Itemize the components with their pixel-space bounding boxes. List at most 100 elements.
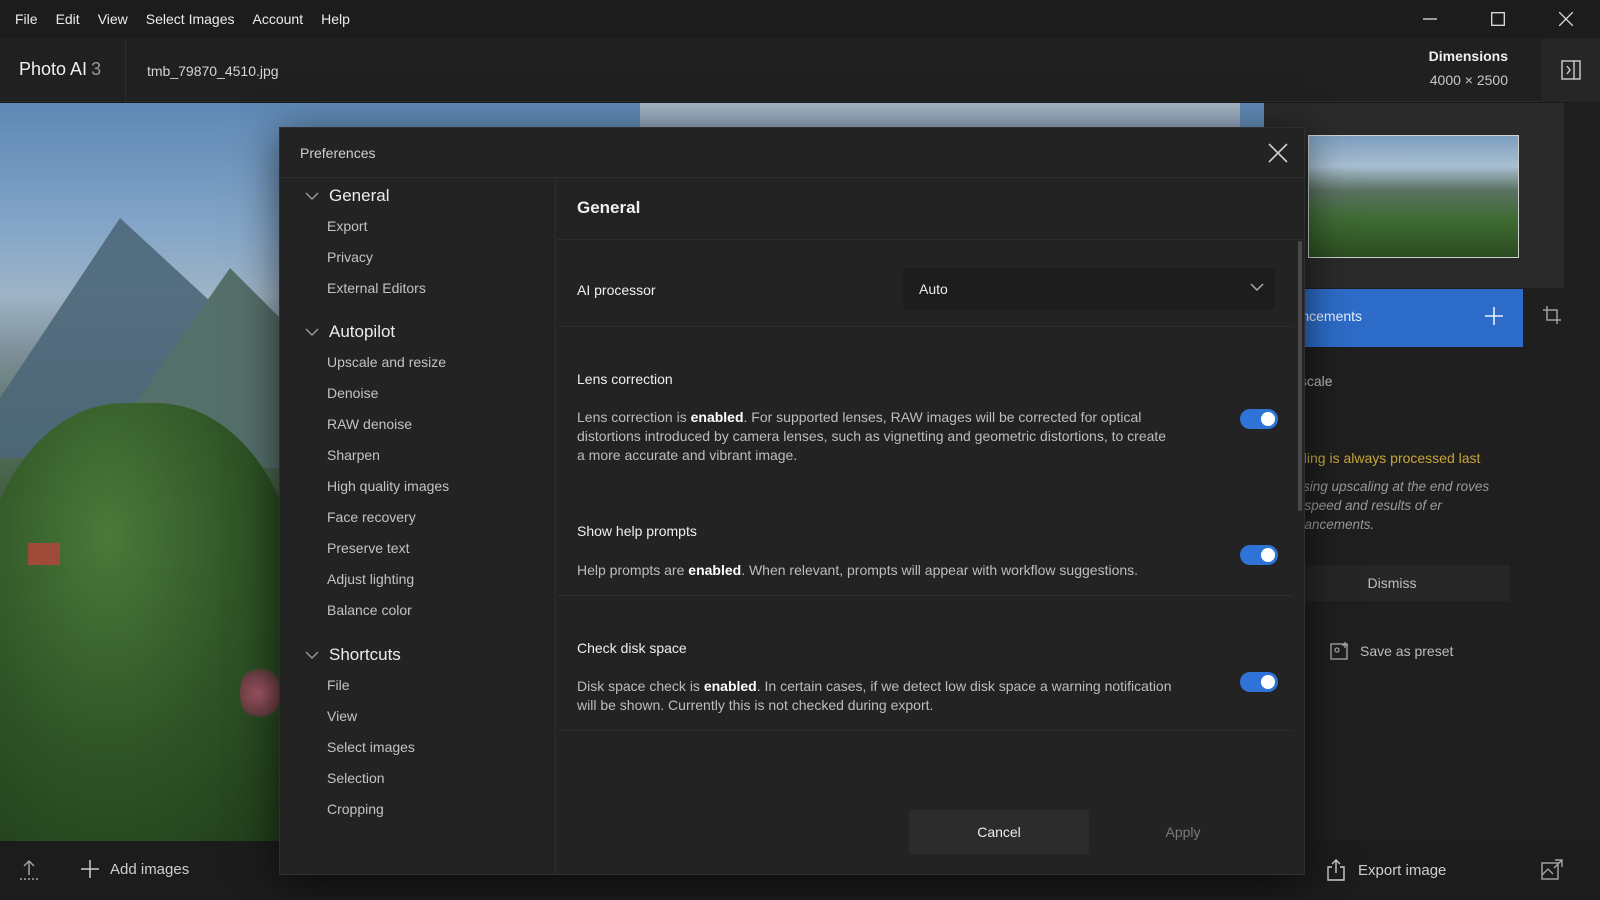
lens-correction-toggle[interactable]	[1240, 409, 1278, 429]
desc-text: Lens correction is	[577, 409, 691, 425]
cancel-button[interactable]: Cancel	[909, 810, 1089, 854]
plus-icon	[81, 860, 99, 878]
minimize-button[interactable]	[1396, 0, 1464, 38]
nav-group-label: General	[329, 186, 390, 205]
save-preset-icon	[1330, 642, 1348, 660]
apply-button[interactable]: Apply	[1113, 810, 1253, 854]
nav-item-adjust-lighting[interactable]: Adjust lighting	[327, 571, 414, 587]
nav-item-external-editors[interactable]: External Editors	[327, 280, 426, 296]
chevron-down-icon	[1249, 279, 1265, 300]
chevron-down-icon	[305, 328, 319, 336]
nav-item-shortcut-cropping[interactable]: Cropping	[327, 801, 384, 817]
content-scrollbar[interactable]	[1298, 241, 1302, 511]
nav-item-denoise[interactable]: Denoise	[327, 385, 378, 401]
nav-item-shortcut-view[interactable]: View	[327, 708, 357, 724]
export-image-label: Export image	[1358, 861, 1447, 879]
nav-group-general[interactable]: General	[305, 186, 389, 206]
nav-item-balance-color[interactable]: Balance color	[327, 602, 412, 618]
nav-item-shortcut-file[interactable]: File	[327, 677, 350, 693]
desc-status: enabled	[690, 409, 744, 425]
menu-view[interactable]: View	[89, 0, 137, 38]
compare-icon	[1541, 859, 1563, 880]
upscale-note-body: cessing upscaling at the end roves the s…	[1282, 479, 1490, 532]
nav-item-face-recovery[interactable]: Face recovery	[327, 509, 416, 525]
preferences-content: General AI processor Auto Lens correctio…	[557, 178, 1305, 875]
dialog-title: Preferences	[300, 145, 376, 161]
dismiss-button[interactable]: Dismiss	[1274, 565, 1510, 601]
panel-toggle-button[interactable]	[1542, 38, 1600, 102]
right-panel: nhancements Upscale scaling is always pr…	[1264, 103, 1600, 841]
ai-processor-select[interactable]: Auto	[903, 268, 1275, 310]
header-divider	[125, 38, 126, 102]
menu-select-images[interactable]: Select Images	[137, 0, 244, 38]
crop-button[interactable]	[1542, 305, 1562, 330]
add-images-label: Add images	[110, 860, 190, 878]
nav-item-sharpen[interactable]: Sharpen	[327, 447, 380, 463]
nav-item-export[interactable]: Export	[327, 218, 367, 234]
disk-space-toggle[interactable]	[1240, 672, 1278, 692]
add-images-button[interactable]: Add images	[80, 859, 189, 879]
dimensions-info: Dimensions 4000 × 2500	[1429, 48, 1508, 88]
desc-text: Disk space check is	[577, 678, 704, 694]
panel-toggle-icon	[1561, 60, 1581, 80]
navigator	[1264, 103, 1564, 288]
menu-edit[interactable]: Edit	[47, 0, 89, 38]
app-header: Photo AI 3 tmb_79870_4510.jpg Dimensions …	[0, 38, 1600, 102]
close-icon	[1559, 12, 1573, 26]
nav-item-preserve-text[interactable]: Preserve text	[327, 540, 409, 556]
preferences-dialog: Preferences General Export Privacy Exter…	[279, 127, 1305, 875]
canvas-flowers	[240, 663, 280, 723]
content-header: General	[557, 178, 1305, 240]
canvas-trees	[0, 403, 300, 841]
nav-item-privacy[interactable]: Privacy	[327, 249, 373, 265]
app-title: Photo AI 3	[19, 59, 101, 80]
close-dialog-button[interactable]	[1266, 141, 1290, 165]
preferences-nav: General Export Privacy External Editors …	[280, 178, 556, 875]
lens-correction-description: Lens correction is enabled. For supporte…	[577, 408, 1177, 465]
plus-icon	[1485, 307, 1503, 325]
save-preset-button[interactable]: Save as preset	[1318, 633, 1468, 669]
nav-item-raw-denoise[interactable]: RAW denoise	[327, 416, 412, 432]
export-image-button[interactable]: Export image	[1326, 859, 1446, 881]
desc-status: enabled	[703, 678, 757, 694]
content-title: General	[577, 198, 641, 217]
nav-item-shortcut-select-images[interactable]: Select images	[327, 739, 415, 755]
desc-text: Help prompts are	[577, 562, 689, 578]
nav-item-high-quality-images[interactable]: High quality images	[327, 478, 449, 494]
minimize-icon	[1423, 18, 1437, 20]
maximize-icon	[1491, 12, 1505, 26]
nav-group-autopilot[interactable]: Autopilot	[305, 322, 395, 342]
dimensions-value: 4000 × 2500	[1429, 72, 1508, 88]
export-icon	[1327, 859, 1345, 881]
desc-text: . When relevant, prompts will appear wit…	[741, 562, 1139, 578]
crop-icon	[1543, 306, 1561, 324]
menu-file[interactable]: File	[0, 0, 47, 38]
maximize-button[interactable]	[1464, 0, 1532, 38]
upload-button[interactable]	[18, 859, 40, 886]
close-icon	[1268, 143, 1288, 163]
help-prompts-toggle[interactable]	[1240, 545, 1278, 565]
nav-group-label: Autopilot	[329, 322, 396, 341]
nav-item-shortcut-selection[interactable]: Selection	[327, 770, 385, 786]
upload-icon	[20, 860, 38, 880]
nav-item-upscale-resize[interactable]: Upscale and resize	[327, 354, 446, 370]
dialog-header: Preferences	[280, 128, 1304, 178]
chevron-down-icon	[305, 192, 319, 200]
canvas-house	[28, 543, 60, 565]
menubar: File Edit View Select Images Account Hel…	[0, 0, 1600, 38]
menu-account[interactable]: Account	[244, 0, 313, 38]
navigator-thumbnail[interactable]	[1308, 135, 1519, 258]
file-name: tmb_79870_4510.jpg	[147, 63, 279, 79]
toggle-knob	[1261, 548, 1275, 562]
window-controls	[1396, 0, 1600, 38]
row-divider	[557, 326, 1293, 327]
compare-button[interactable]	[1541, 859, 1563, 886]
row-divider	[557, 595, 1293, 596]
close-window-button[interactable]	[1532, 0, 1600, 38]
help-prompts-label: Show help prompts	[577, 523, 697, 539]
nav-group-label: Shortcuts	[329, 645, 401, 664]
ai-processor-value: Auto	[919, 281, 948, 297]
add-enhancement-button[interactable]	[1484, 306, 1504, 331]
nav-group-shortcuts[interactable]: Shortcuts	[305, 645, 401, 665]
menu-help[interactable]: Help	[312, 0, 359, 38]
